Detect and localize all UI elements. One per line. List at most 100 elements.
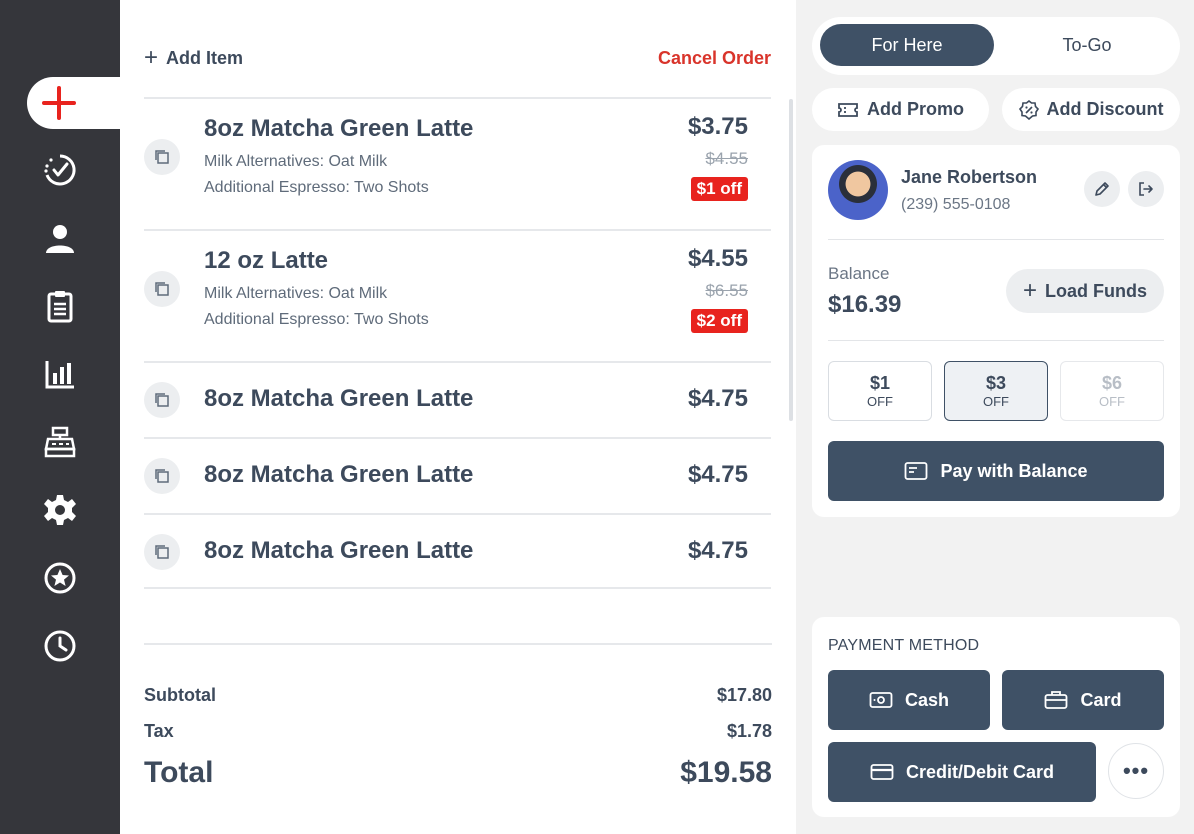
add-promo-button[interactable]: Add Promo	[812, 88, 989, 131]
discount-label: OFF	[867, 394, 893, 409]
add-item-button[interactable]: + Add Item	[144, 46, 243, 70]
balance-discount-option[interactable]: $1 OFF	[828, 361, 932, 421]
divider	[828, 239, 1164, 240]
for-here-button[interactable]: For Here	[820, 24, 994, 66]
discount-amount: $1	[869, 373, 891, 393]
total-row: Total $19.58	[144, 756, 772, 790]
order-item[interactable]: 8oz Matcha Green Latte $4.75	[144, 437, 771, 513]
copy-icon	[155, 393, 169, 407]
customer-card: Jane Robertson (239) 555-0108 Balance $1…	[812, 145, 1180, 517]
total-value: $19.58	[680, 756, 772, 789]
load-funds-label: Load Funds	[1045, 280, 1147, 301]
payment-method-card: PAYMENT METHOD Cash Card Credit/Debit Ca…	[812, 617, 1180, 817]
sidebar-item-register[interactable]	[40, 422, 80, 462]
sidebar-item-orders[interactable]	[40, 150, 80, 190]
cash-register-icon	[44, 426, 76, 458]
item-price: $3.75	[687, 113, 748, 140]
copy-icon	[155, 282, 169, 296]
order-totals: Subtotal $17.80 Tax $1.78 Total $19.58	[144, 643, 772, 789]
gift-card-icon	[1045, 691, 1068, 709]
sidebar-item-settings[interactable]	[40, 490, 80, 530]
discount-label: OFF	[1099, 394, 1125, 409]
order-items-list: 8oz Matcha Green Latte Milk Alternatives…	[144, 97, 771, 589]
add-discount-button[interactable]: Add Discount	[1002, 88, 1180, 131]
copy-icon	[155, 469, 169, 483]
add-item-label: Add Item	[166, 47, 244, 68]
order-item[interactable]: 8oz Matcha Green Latte Milk Alternatives…	[144, 97, 771, 229]
customer-name: Jane Robertson	[901, 167, 1038, 187]
bar-chart-icon	[45, 361, 74, 389]
gear-icon	[44, 495, 76, 525]
duplicate-item-button[interactable]	[144, 139, 180, 175]
ticket-icon	[838, 102, 858, 117]
item-modifier: Milk Alternatives: Oat Milk	[204, 285, 388, 302]
total-label: Total	[144, 756, 214, 789]
divider	[828, 340, 1164, 341]
customer-phone: (239) 555-0108	[901, 196, 1011, 213]
load-funds-button[interactable]: + Load Funds	[1006, 269, 1164, 313]
sidebar-item-history[interactable]	[40, 626, 80, 666]
add-discount-label: Add Discount	[1046, 99, 1164, 119]
duplicate-item-button[interactable]	[144, 271, 180, 307]
cancel-order-button[interactable]: Cancel Order	[658, 48, 771, 69]
check-progress-icon	[44, 154, 76, 186]
avatar	[828, 160, 888, 220]
item-price: $4.75	[687, 461, 748, 488]
sidebar	[0, 0, 120, 834]
sidebar-item-loyalty[interactable]	[40, 558, 80, 598]
order-toolbar: + Add Item Cancel Order	[144, 44, 771, 72]
sidebar-item-new-order[interactable]	[27, 77, 120, 129]
discount-badge: $2 off	[690, 309, 748, 333]
tax-label: Tax	[144, 721, 174, 741]
subtotal-row: Subtotal $17.80	[144, 685, 772, 706]
item-modifier: Milk Alternatives: Oat Milk	[204, 153, 388, 170]
item-price: $4.75	[687, 385, 748, 412]
add-promo-label: Add Promo	[867, 99, 964, 119]
item-original-price: $6.55	[705, 281, 748, 300]
pay-with-balance-button[interactable]: Pay with Balance	[828, 441, 1164, 501]
duplicate-item-button[interactable]	[144, 534, 180, 570]
to-go-button[interactable]: To-Go	[1000, 24, 1174, 66]
card-label: Card	[1080, 689, 1122, 710]
more-payment-options-button[interactable]: •••	[1108, 743, 1164, 799]
cash-button[interactable]: Cash	[828, 670, 990, 730]
sidebar-item-analytics[interactable]	[40, 354, 80, 394]
item-name: 8oz Matcha Green Latte	[204, 115, 474, 142]
edit-customer-button[interactable]	[1084, 171, 1120, 207]
discount-amount: $3	[985, 373, 1007, 393]
sidebar-item-reports[interactable]	[40, 286, 80, 326]
new-order-icon	[42, 86, 76, 120]
item-modifier: Additional Espresso: Two Shots	[204, 179, 429, 196]
order-item[interactable]: 12 oz Latte Milk Alternatives: Oat Milk …	[144, 229, 771, 361]
card-button[interactable]: Card	[1002, 670, 1164, 730]
order-panel: + Add Item Cancel Order 8oz Matcha Green…	[120, 0, 796, 834]
tax-row: Tax $1.78	[144, 721, 772, 742]
balance-discount-option[interactable]: $3 OFF	[944, 361, 1048, 421]
balance-discount-option: $6 OFF	[1060, 361, 1164, 421]
order-list-scrollbar[interactable]	[789, 99, 793, 421]
credit-debit-card-label: Credit/Debit Card	[905, 761, 1055, 782]
pencil-icon	[1095, 182, 1109, 196]
logout-icon	[1139, 182, 1153, 196]
remove-customer-button[interactable]	[1128, 171, 1164, 207]
order-item[interactable]: 8oz Matcha Green Latte $4.75	[144, 513, 771, 589]
duplicate-item-button[interactable]	[144, 382, 180, 418]
plus-icon: +	[1022, 277, 1037, 304]
sidebar-item-customers[interactable]	[40, 218, 80, 258]
discount-amount: $6	[1101, 373, 1123, 393]
order-item[interactable]: 8oz Matcha Green Latte $4.75	[144, 361, 771, 437]
item-name: 8oz Matcha Green Latte	[204, 537, 474, 564]
checkout-panel: For Here To-Go Add Promo Add Discount Ja…	[796, 0, 1194, 834]
subtotal-label: Subtotal	[144, 685, 216, 705]
credit-debit-card-button[interactable]: Credit/Debit Card	[828, 742, 1096, 802]
item-name: 12 oz Latte	[204, 247, 329, 274]
balance-label: Balance	[828, 264, 890, 283]
wallet-icon	[905, 462, 928, 480]
plus-icon: +	[144, 44, 159, 71]
clipboard-icon	[47, 291, 73, 323]
customer-icon	[46, 225, 74, 253]
duplicate-item-button[interactable]	[144, 458, 180, 494]
subtotal-value: $17.80	[716, 685, 772, 705]
discount-badge: $1 off	[690, 177, 748, 201]
item-name: 8oz Matcha Green Latte	[204, 385, 474, 412]
